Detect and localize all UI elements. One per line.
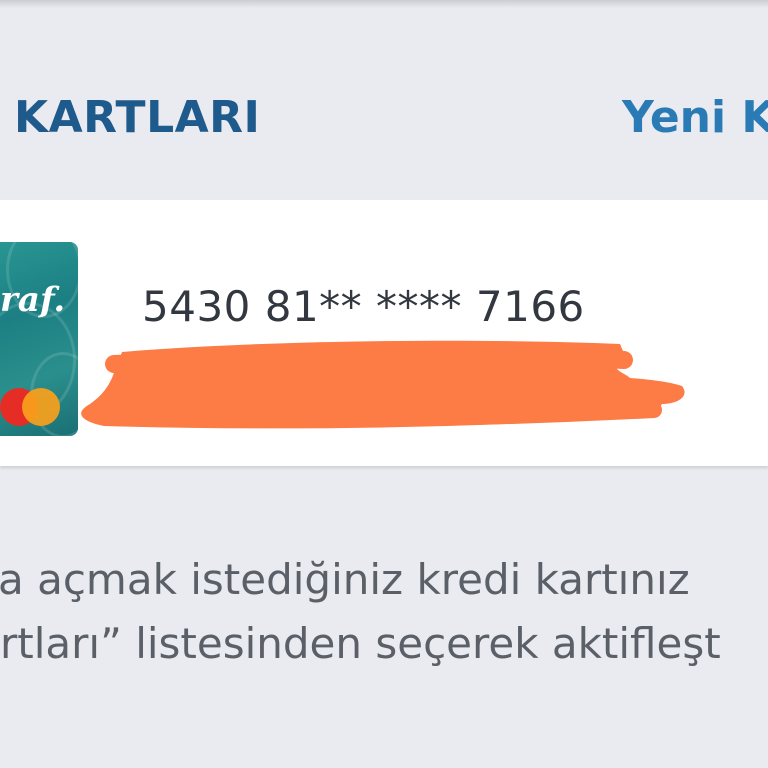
top-divider	[0, 0, 768, 8]
info-line: a açmak istediğiniz kredi kartınız	[0, 555, 690, 604]
info-text: a açmak istediğiniz kredi kartınız rtlar…	[0, 548, 768, 676]
card-brand-logo: raf.	[0, 280, 66, 320]
masked-card-number: 5430 81** **** 7166	[142, 282, 585, 331]
new-card-link[interactable]: Yeni K	[622, 92, 768, 143]
credit-card-item[interactable]: raf. 5430 81** **** 7166	[0, 200, 768, 466]
section-title: KARTLARI	[14, 92, 261, 143]
info-line: rtları” listesinden seçerek aktifleşt	[0, 619, 721, 668]
mastercard-icon	[0, 388, 70, 428]
redaction-scribble	[81, 340, 685, 429]
cards-screen: KARTLARI Yeni K raf. 5430 81** **** 7166…	[0, 0, 768, 768]
